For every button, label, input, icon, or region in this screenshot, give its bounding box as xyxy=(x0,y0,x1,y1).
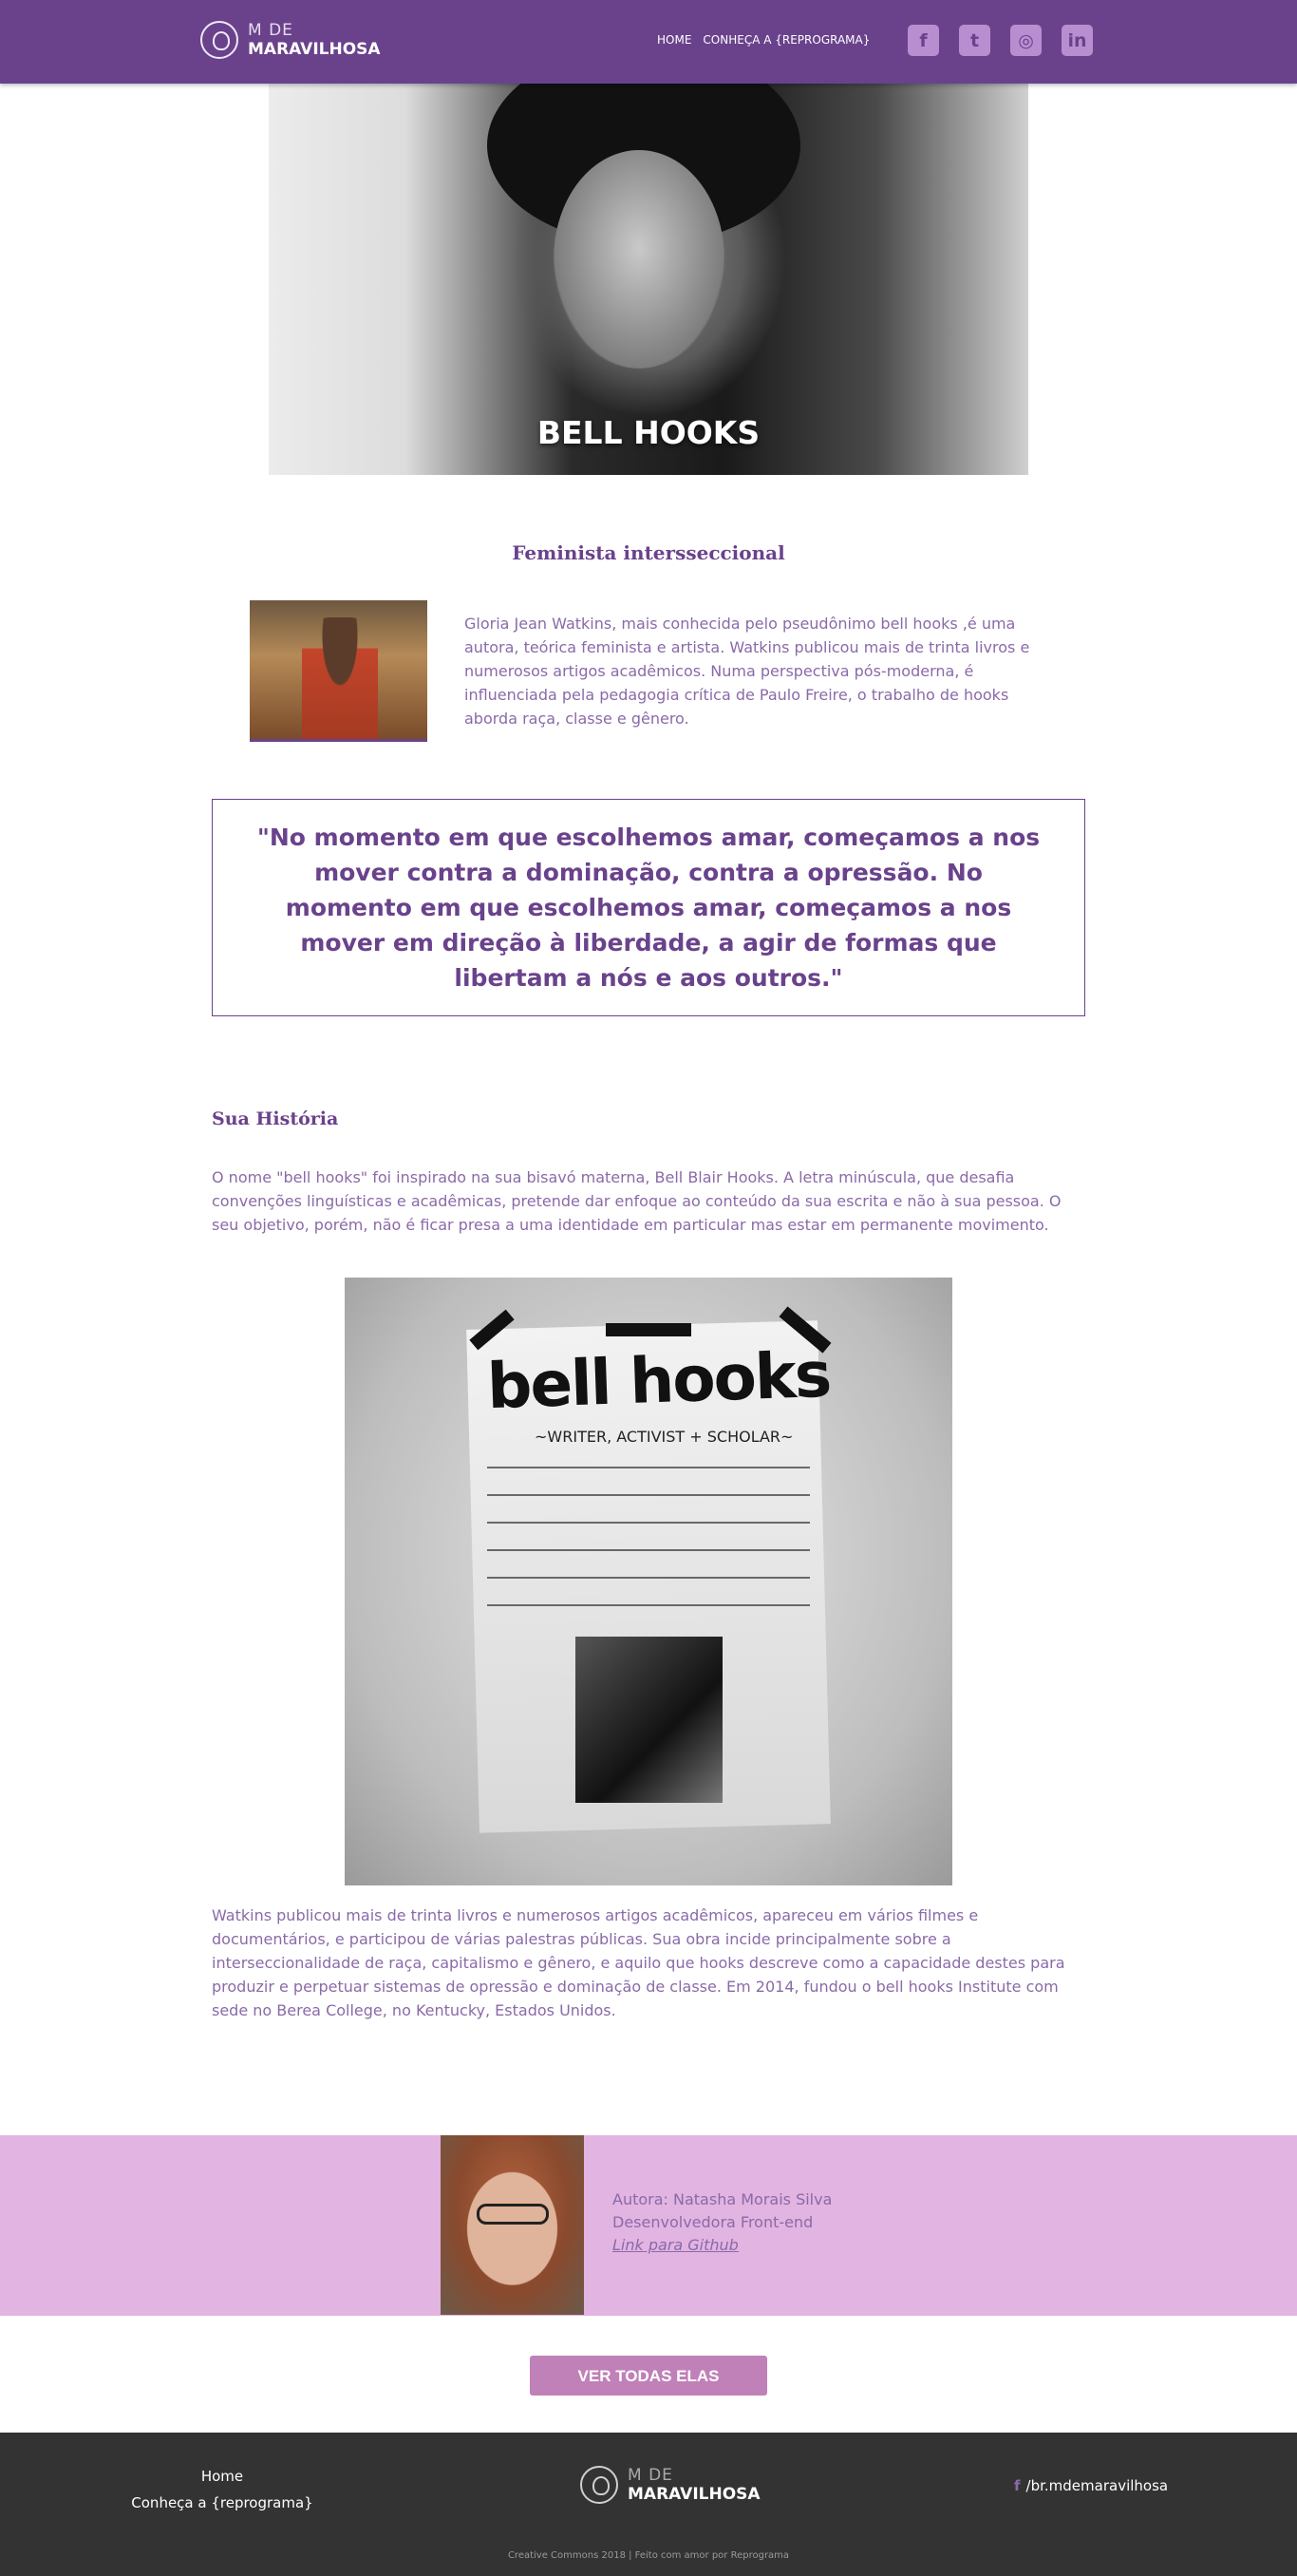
author-avatar xyxy=(441,2135,584,2315)
intro-subtitle: Feminista intersseccional xyxy=(512,541,785,564)
history-title: Sua História xyxy=(212,1108,339,1129)
poster-title: bell hooks xyxy=(485,1337,832,1424)
footer-logo[interactable]: M DE MARAVILHOSA xyxy=(580,2466,761,2504)
logo-line2: MARAVILHOSA xyxy=(248,40,381,59)
copyright: Creative Commons 2018 | Feito com amor p… xyxy=(507,2550,790,2561)
twitter-icon[interactable]: t xyxy=(959,25,990,56)
facebook-icon[interactable]: f xyxy=(908,25,939,56)
logo-line1: M DE xyxy=(248,21,293,40)
footer-links: Home Conheça a {reprograma} xyxy=(127,2463,317,2516)
footer-logo-line1: M DE xyxy=(628,2466,673,2485)
site-header: M DE MARAVILHOSA HOME CONHEÇA A {REPROGR… xyxy=(0,0,1297,84)
hero-image: BELL HOOKS xyxy=(269,84,1028,475)
footer-reprograma-link[interactable]: Conheça a {reprograma} xyxy=(127,2490,317,2516)
header-logo[interactable]: M DE MARAVILHOSA xyxy=(200,21,381,59)
speaker-photo xyxy=(250,600,427,742)
poster-image: bell hooks ~WRITER, ACTIVIST + SCHOLAR~ xyxy=(345,1278,952,1885)
intro-text: Gloria Jean Watkins, mais conhecida pelo… xyxy=(464,615,1030,728)
footer-social-link[interactable]: f/br.mdemaravilhosa xyxy=(1014,2477,1168,2494)
author-name: Autora: Natasha Morais Silva xyxy=(612,2190,833,2208)
author-role: Desenvolvedora Front-end xyxy=(612,2213,814,2231)
nav-home-link[interactable]: HOME xyxy=(657,33,691,47)
history-paragraph-1: O nome "bell hooks" foi inspirado na sua… xyxy=(212,1168,1062,1234)
facebook-icon: f xyxy=(1014,2477,1021,2494)
ver-todas-button[interactable]: VER TODAS ELAS xyxy=(530,2356,767,2396)
logo-face-icon xyxy=(200,21,238,59)
footer-social-handle: /br.mdemaravilhosa xyxy=(1025,2477,1169,2494)
poster-subtitle: ~WRITER, ACTIVIST + SCHOLAR~ xyxy=(535,1428,794,1446)
author-info: Autora: Natasha Morais Silva Desenvolved… xyxy=(612,2188,832,2257)
logo-face-icon xyxy=(580,2466,618,2504)
footer-logo-line2: MARAVILHOSA xyxy=(628,2485,761,2504)
instagram-icon[interactable]: ◎ xyxy=(1010,25,1042,56)
main-nav: HOME CONHEÇA A {REPROGRAMA} xyxy=(657,33,870,47)
quote-box: "No momento em que escolhemos amar, come… xyxy=(212,799,1085,1016)
github-link[interactable]: Link para Github xyxy=(612,2236,739,2254)
site-footer: Home Conheça a {reprograma} M DE MARAVIL… xyxy=(0,2433,1297,2576)
nav-reprograma-link[interactable]: CONHEÇA A {REPROGRAMA} xyxy=(703,33,870,47)
quote-text: "No momento em que escolhemos amar, come… xyxy=(256,824,1041,992)
linkedin-icon[interactable]: in xyxy=(1062,25,1093,56)
footer-home-link[interactable]: Home xyxy=(127,2463,317,2490)
history-paragraph-2: Watkins publicou mais de trinta livros e… xyxy=(212,1906,1065,2019)
header-social: f t ◎ in xyxy=(908,25,1093,56)
hero-title: BELL HOOKS xyxy=(536,414,761,451)
